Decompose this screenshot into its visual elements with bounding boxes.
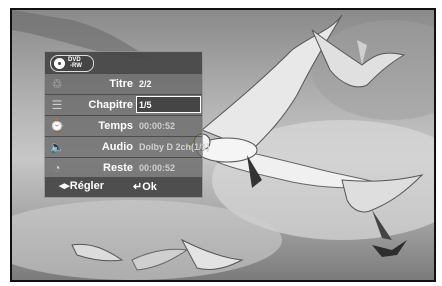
menu-row-chapter[interactable]: ☰ Chapitre 1/5: [45, 94, 202, 115]
disc-type-badge: DVD -RW: [50, 55, 94, 72]
menu-row-label: Audio: [101, 141, 133, 153]
tv-screen: DVD -RW ♲ Titre 2/2 ☰ Chapitre 1/5 ⌚ Tem…: [0, 0, 442, 286]
menu-row-title[interactable]: ♲ Titre 2/2: [45, 73, 202, 94]
menu-rows: ♲ Titre 2/2 ☰ Chapitre 1/5 ⌚ Temps 00:00…: [45, 73, 210, 178]
menu-row-label: Reste: [103, 162, 133, 174]
clock-icon: ⌚: [49, 119, 65, 133]
menu-row-label: Temps: [98, 120, 133, 132]
left-right-arrows-icon: ◀▶: [59, 183, 70, 190]
menu-footer: ◀▶Régler ↵Ok: [45, 177, 202, 197]
disc-title-icon: ♲: [51, 77, 63, 91]
adjust-hint: ◀▶Régler: [59, 180, 104, 192]
chapter-icon: ☰: [51, 98, 63, 112]
menu-header: DVD -RW: [45, 52, 202, 73]
menu-row-audio[interactable]: 🔈 Audio Dolby D 2ch(1/1): [45, 136, 210, 157]
adjust-label: Régler: [69, 180, 105, 192]
menu-row-value: 00:00:52: [139, 121, 176, 131]
speaker-icon: 🔈: [49, 140, 65, 154]
menu-row-value: 2/2: [139, 79, 152, 89]
remaining-icon: ◔: [53, 161, 61, 175]
playback-info-menu: DVD -RW ♲ Titre 2/2 ☰ Chapitre 1/5 ⌚ Tem…: [44, 51, 210, 198]
menu-row-value[interactable]: 1/5: [136, 96, 201, 113]
ok-hint: ↵Ok: [133, 180, 157, 193]
enter-icon: ↵: [133, 181, 143, 193]
disc-icon: [54, 58, 65, 69]
ok-label: Ok: [142, 181, 157, 193]
menu-row-remaining[interactable]: ◔ Reste 00:00:52: [45, 157, 202, 178]
menu-row-value: 00:00:52: [139, 163, 176, 173]
menu-row-label: Chapitre: [88, 99, 133, 111]
menu-row-time[interactable]: ⌚ Temps 00:00:52: [45, 115, 202, 136]
menu-row-label: Titre: [109, 78, 133, 90]
disc-type-line2: -RW: [70, 63, 82, 69]
menu-row-value: Dolby D 2ch(1/1): [139, 142, 210, 152]
